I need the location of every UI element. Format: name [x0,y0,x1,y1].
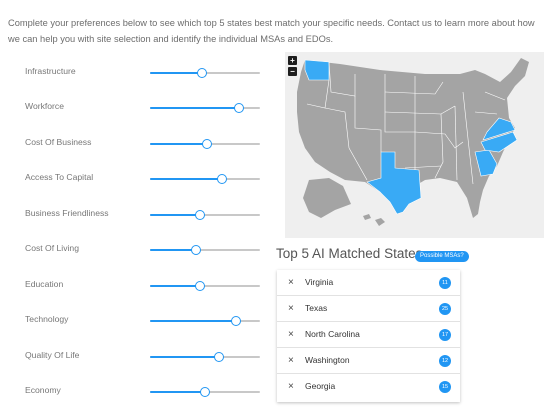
slider-fill [150,356,220,358]
result-row: × Washington 12 [277,348,460,374]
slider-fill [150,391,205,393]
state-name: Georgia [305,381,336,391]
slider-thumb[interactable] [191,245,202,255]
slider-fill [150,285,200,287]
slider-thumb[interactable] [234,103,245,113]
preference-label: Access To Capital [25,172,94,182]
state-name: Virginia [305,277,334,287]
preference-slider[interactable] [150,68,260,78]
preference-row: Access To Capital [0,169,270,189]
preference-label: Education [25,279,64,289]
results-list: × Virginia 11 × Texas 25 × North Carolina 17 × Was… [277,270,460,402]
slider-thumb[interactable] [214,352,225,362]
results-title: Top 5 AI Matched States [276,246,423,261]
preference-row: Cost Of Living [0,240,270,260]
slider-fill [150,143,208,145]
preference-label: Economy [25,385,61,395]
preference-slider[interactable] [150,245,260,255]
state-count-badge: 15 [439,381,451,393]
preference-label: Workforce [25,101,64,111]
state-washington[interactable] [304,59,330,81]
state-count-badge: 11 [439,277,451,289]
preference-row: Workforce [0,98,270,118]
preference-label: Technology [25,314,69,324]
close-icon[interactable]: × [288,381,294,393]
slider-fill [150,107,240,109]
preference-label: Infrastructure [25,66,76,76]
state-name: Washington [305,355,350,365]
us-map-svg [297,58,529,226]
preference-slider[interactable] [150,281,260,291]
preference-row: Infrastructure [0,63,270,83]
close-icon[interactable]: × [288,355,294,367]
slider-fill [150,72,202,74]
preference-row: Education [0,276,270,296]
zoom-in-button[interactable]: + [288,56,297,65]
alaska-shape [303,178,351,218]
slider-fill [150,249,197,251]
slider-fill [150,214,200,216]
preference-slider[interactable] [150,174,260,184]
preference-slider[interactable] [150,387,260,397]
slider-thumb[interactable] [194,210,205,220]
us-map[interactable]: + − [285,52,544,238]
state-count-badge: 25 [439,303,451,315]
preference-sliders: Infrastructure Workforce Cost Of Business A… [0,0,270,420]
preference-row: Quality Of Life [0,347,270,367]
preference-label: Cost Of Living [25,243,79,253]
slider-fill [150,178,222,180]
result-row: × Texas 25 [277,296,460,322]
preference-slider[interactable] [150,210,260,220]
state-count-badge: 17 [439,329,451,341]
slider-thumb[interactable] [216,174,227,184]
preference-row: Cost Of Business [0,134,270,154]
preference-slider[interactable] [150,103,260,113]
slider-thumb[interactable] [196,68,207,78]
slider-thumb[interactable] [230,316,241,326]
preference-slider[interactable] [150,316,260,326]
preference-slider[interactable] [150,352,260,362]
slider-thumb[interactable] [202,139,213,149]
slider-thumb[interactable] [200,387,210,397]
state-count-badge: 12 [439,355,451,367]
preference-row: Business Friendliness [0,205,270,225]
result-row: × Georgia 15 [277,374,460,400]
slider-thumb[interactable] [194,281,205,291]
preference-slider[interactable] [150,139,260,149]
preference-label: Cost Of Business [25,137,92,147]
preference-label: Business Friendliness [25,208,109,218]
preference-row: Economy [0,382,270,402]
slider-fill [150,320,236,322]
zoom-out-button[interactable]: − [288,67,297,76]
result-row: × Virginia 11 [277,270,460,296]
state-name: Texas [305,303,328,313]
close-icon[interactable]: × [288,277,294,289]
state-name: North Carolina [305,329,360,339]
preference-label: Quality Of Life [25,350,80,360]
preference-row: Technology [0,311,270,331]
close-icon[interactable]: × [288,303,294,315]
hawaii-shape [363,214,385,226]
possible-msas-button[interactable]: Possible MSAs? [415,251,469,262]
result-row: × North Carolina 17 [277,322,460,348]
close-icon[interactable]: × [288,329,294,341]
